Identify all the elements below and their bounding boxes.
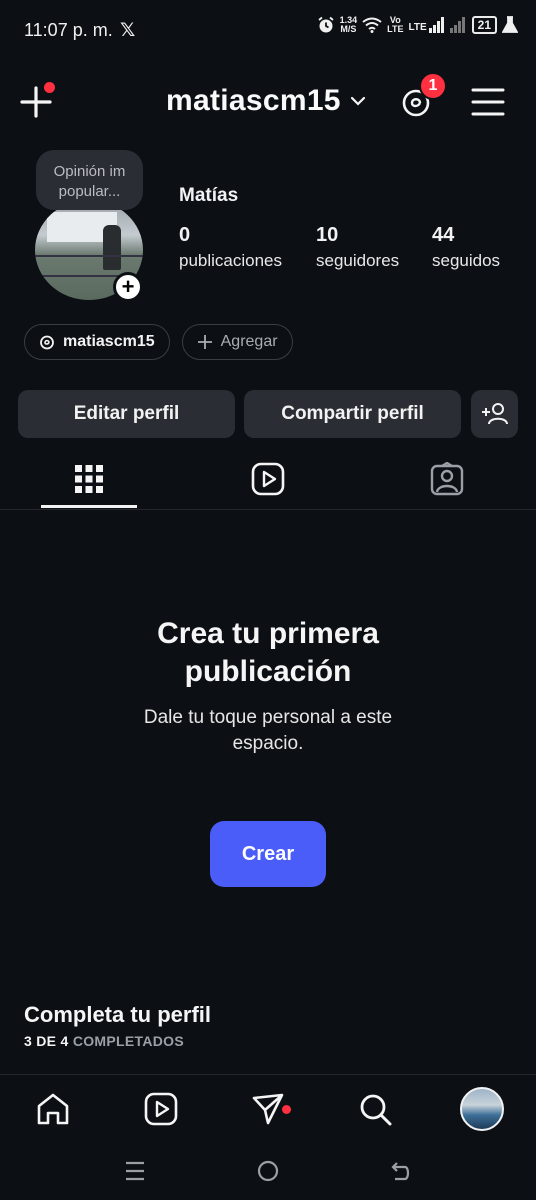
nav-profile-avatar[interactable] [460,1087,504,1131]
signal-icon-secondary [449,17,465,33]
empty-state-subtitle: Dale tu toque personal a este espacio. [0,705,536,757]
hamburger-menu-icon[interactable] [470,86,506,118]
bottom-nav [0,1074,536,1140]
tagged-icon [430,462,464,496]
create-post-button[interactable]: Crear [210,821,326,887]
progress-label: COMPLETADOS [72,1033,184,1049]
add-link-chip[interactable]: Agregar [181,324,293,360]
empty-state-subtitle-line1: Dale tu toque personal a este [143,707,393,728]
direct-icon [252,1093,284,1125]
home-system-button[interactable] [253,1156,283,1186]
account-switcher[interactable]: matiascm15 [166,84,367,118]
empty-state-title-line1: Crea tu primera [157,617,379,650]
net-speed-unit: M/S [340,24,357,34]
top-bar: matiascm15 1 [0,70,536,134]
add-link-label: Agregar [220,333,278,350]
volte-bottom: LTE [387,24,404,34]
stat-following-label: seguidos [432,251,501,270]
threads-icon [40,335,54,350]
reels-icon [251,462,285,496]
tab-tagged[interactable] [399,456,495,502]
wifi-icon [362,17,382,33]
stat-posts-label: publicaciones [179,251,283,270]
flask-icon [502,16,518,33]
grid-icon [75,465,103,493]
recent-apps-icon [126,1161,144,1181]
chevron-down-icon [350,96,365,106]
nav-search[interactable] [355,1089,395,1129]
home-icon [37,1093,69,1125]
profile-page: 11:07 p. m. 𝕏 1.34 M/S Vo LTE LTE 21 mat… [0,0,536,1200]
stat-followers[interactable]: 10 seguidores [316,224,399,271]
nav-reels[interactable] [141,1089,181,1129]
signal-icon [428,17,444,33]
status-bar: 11:07 p. m. 𝕏 1.34 M/S Vo LTE LTE 21 [0,0,536,60]
new-content-dot [44,82,55,93]
empty-state-title: Crea tu primera publicación [0,615,536,691]
plus-icon [197,335,212,349]
empty-state: Crea tu primera publicación Dale tu toqu… [0,615,536,757]
threads-handle-chip[interactable]: matiascm15 [24,324,170,360]
profile-avatar[interactable]: + [35,200,145,302]
share-profile-button[interactable]: Compartir perfil [244,390,461,438]
tab-grid[interactable] [41,456,137,502]
system-nav [0,1140,536,1200]
stat-following[interactable]: 44 seguidos [432,224,500,271]
notification-badge: 1 [419,72,447,100]
back-system-button[interactable] [386,1156,416,1186]
discover-people-button[interactable] [471,390,518,438]
lte-label: LTE [408,22,427,33]
circle-home-icon [257,1160,279,1182]
profile-actions: Editar perfil Compartir perfil [18,390,518,438]
stat-followers-label: seguidores [316,251,400,270]
username: matiascm15 [166,84,341,117]
reels-icon [144,1092,178,1126]
x-logo-icon: 𝕏 [120,20,136,41]
progress-count: 3 DE 4 [24,1033,69,1049]
back-icon [391,1162,410,1181]
add-story-icon[interactable]: + [113,272,143,302]
stat-posts[interactable]: 0 publicaciones [179,224,282,271]
recent-apps-button[interactable] [120,1156,150,1186]
empty-state-subtitle-line2: espacio. [232,733,304,754]
alarm-icon [318,16,334,33]
empty-state-title-line2: publicación [184,655,352,688]
stat-followers-value: 10 [316,224,339,246]
complete-profile-title: Completa tu perfil [24,1002,212,1027]
status-icons: 1.34 M/S Vo LTE LTE 21 [317,16,518,34]
tab-reels[interactable] [220,456,316,502]
battery-icon: 21 [471,16,497,34]
complete-profile-progress: 3 DE 4 COMPLETADOS [24,1033,184,1049]
add-person-icon [481,403,508,425]
volte-indicator: Vo LTE [387,16,403,34]
search-icon [360,1094,392,1126]
display-name: Matías [179,185,239,206]
net-speed: 1.34 M/S [340,16,358,34]
edit-profile-button[interactable]: Editar perfil [18,390,235,438]
stat-posts-value: 0 [179,224,191,246]
nav-home[interactable] [33,1089,73,1129]
note-bubble[interactable]: Opinión im popular... [36,150,143,210]
lte-signal: LTE [408,17,444,33]
threads-handle-label: matiascm15 [63,333,155,350]
status-time: 11:07 p. m. [24,20,113,40]
content-tabs [0,450,536,510]
direct-unread-dot [282,1105,291,1114]
profile-chips: matiascm15 Agregar [24,324,293,360]
active-tab-indicator [41,505,137,508]
stat-following-value: 44 [432,224,455,246]
